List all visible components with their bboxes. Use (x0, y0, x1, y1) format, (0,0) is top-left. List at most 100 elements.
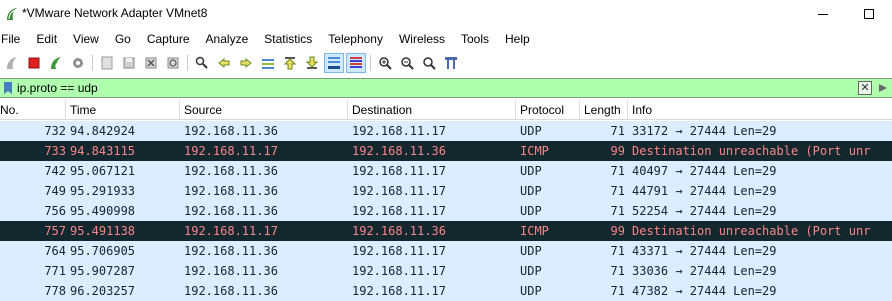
packet-source: 192.168.11.36 (184, 184, 278, 198)
packet-protocol: UDP (520, 164, 542, 178)
title-bar: *VMware Network Adapter VMnet8 (0, 0, 892, 28)
packet-protocol: UDP (520, 284, 542, 298)
packet-row[interactable]: 757 95.491138 192.168.11.17 192.168.11.3… (0, 221, 892, 241)
packet-source: 192.168.11.36 (184, 264, 278, 278)
column-header-protocol[interactable]: Protocol (516, 100, 580, 120)
packet-row[interactable]: 732 94.842924 192.168.11.36 192.168.11.1… (0, 121, 892, 141)
packet-length: 71 (610, 204, 625, 218)
go-forward-button[interactable] (236, 53, 256, 73)
menu-go[interactable]: Go (107, 29, 139, 49)
zoom-normal-button[interactable] (419, 53, 439, 73)
filter-bookmark-icon[interactable] (1, 81, 15, 95)
go-last-icon (305, 56, 319, 69)
packet-row[interactable]: 742 95.067121 192.168.11.36 192.168.11.1… (0, 161, 892, 181)
menu-wireless[interactable]: Wireless (391, 29, 453, 49)
packet-row[interactable]: 733 94.843115 192.168.11.17 192.168.11.3… (0, 141, 892, 161)
column-header-no[interactable]: No. (0, 100, 66, 120)
packet-source: 192.168.11.36 (184, 244, 278, 258)
packet-destination: 192.168.11.17 (352, 164, 446, 178)
packet-row[interactable]: 756 95.490998 192.168.11.36 192.168.11.1… (0, 201, 892, 221)
auto-scroll-button[interactable] (324, 53, 344, 73)
stop-capture-button[interactable] (24, 53, 44, 73)
packet-info: 52254 → 27444 Len=29 (632, 204, 777, 218)
resize-columns-button[interactable] (441, 53, 461, 73)
packet-source: 192.168.11.17 (184, 144, 278, 158)
restart-capture-button[interactable] (46, 53, 66, 73)
menu-telephony[interactable]: Telephony (320, 29, 391, 49)
start-capture-icon (7, 57, 17, 69)
packet-time: 95.490998 (70, 204, 136, 218)
column-header-source[interactable]: Source (180, 100, 348, 120)
packet-row[interactable]: 764 95.706905 192.168.11.36 192.168.11.1… (0, 241, 892, 261)
close-file-icon (145, 57, 157, 69)
packet-destination: 192.168.11.17 (352, 124, 446, 138)
go-last-button[interactable] (302, 53, 322, 73)
packet-time: 95.706905 (70, 244, 136, 258)
packet-protocol: UDP (520, 184, 542, 198)
capture-options-button[interactable] (68, 53, 88, 73)
toolbar-separator (370, 55, 371, 71)
restart-capture-icon (51, 57, 63, 70)
menu-help[interactable]: Help (497, 29, 538, 49)
packet-row[interactable]: 771 95.907287 192.168.11.36 192.168.11.1… (0, 261, 892, 281)
packet-no: 732 (44, 124, 66, 138)
packet-destination: 192.168.11.17 (352, 244, 446, 258)
start-capture-button[interactable] (2, 53, 22, 73)
save-file-button[interactable] (119, 53, 139, 73)
packet-info: Destination unreachable (Port unr (632, 224, 871, 238)
zoom-in-button[interactable] (375, 53, 395, 73)
menu-tools[interactable]: Tools (453, 29, 497, 49)
go-back-button[interactable] (214, 53, 234, 73)
maximize-button[interactable] (846, 0, 892, 28)
column-header-time[interactable]: Time (66, 100, 180, 120)
colorize-button[interactable] (346, 53, 366, 73)
menu-statistics[interactable]: Statistics (256, 29, 320, 49)
reload-file-icon (167, 57, 179, 69)
colorize-icon (350, 57, 362, 68)
maximize-icon (864, 9, 874, 19)
go-first-button[interactable] (280, 53, 300, 73)
find-packet-button[interactable] (192, 53, 212, 73)
stop-capture-icon (28, 57, 40, 69)
menu-analyze[interactable]: Analyze (198, 29, 257, 49)
packet-row[interactable]: 749 95.291933 192.168.11.36 192.168.11.1… (0, 181, 892, 201)
packet-protocol: UDP (520, 124, 542, 138)
packet-protocol: UDP (520, 244, 542, 258)
packet-info: 33036 → 27444 Len=29 (632, 264, 777, 278)
zoom-out-icon (401, 57, 414, 70)
packet-length: 71 (610, 164, 625, 178)
go-to-packet-button[interactable] (258, 53, 278, 73)
window-title: *VMware Network Adapter VMnet8 (22, 6, 208, 20)
packet-length: 99 (610, 144, 625, 158)
reload-file-button[interactable] (163, 53, 183, 73)
zoom-out-button[interactable] (397, 53, 417, 73)
capture-options-icon (73, 58, 83, 68)
display-filter-bar: ✕ (0, 78, 892, 98)
minimize-button[interactable] (800, 0, 846, 28)
close-file-button[interactable] (141, 53, 161, 73)
display-filter-input[interactable] (17, 79, 837, 97)
packet-time: 94.843115 (70, 144, 136, 158)
zoom-in-icon (379, 57, 392, 70)
column-header-length[interactable]: Length (580, 100, 628, 120)
packet-time: 95.907287 (70, 264, 136, 278)
menu-capture[interactable]: Capture (139, 29, 198, 49)
main-toolbar (0, 51, 892, 75)
open-file-button[interactable] (97, 53, 117, 73)
menu-edit[interactable]: Edit (28, 29, 65, 49)
packet-info: 33172 → 27444 Len=29 (632, 124, 777, 138)
menu-view[interactable]: View (65, 29, 107, 49)
packet-no: 742 (44, 164, 66, 178)
packet-time: 96.203257 (70, 284, 136, 298)
column-header-destination[interactable]: Destination (348, 100, 516, 120)
packet-destination: 192.168.11.36 (352, 224, 446, 238)
minimize-icon (818, 13, 828, 15)
packet-row[interactable]: 778 96.203257 192.168.11.36 192.168.11.1… (0, 281, 892, 301)
clear-filter-button[interactable]: ✕ (858, 81, 872, 95)
menu-file[interactable]: File (0, 29, 28, 49)
auto-scroll-icon (328, 57, 340, 69)
packet-length: 71 (610, 284, 625, 298)
packet-no: 771 (44, 264, 66, 278)
column-header-info[interactable]: Info (628, 100, 892, 120)
apply-filter-icon[interactable] (876, 81, 890, 95)
